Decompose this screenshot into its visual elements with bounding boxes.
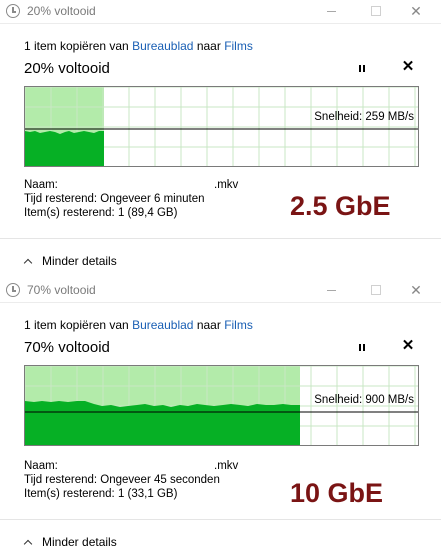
network-speed-overlay: 2.5 GbE [290,191,391,221]
copy-dialog-1: 20% voltooid ✕ 1 item kopiëren van Burea… [0,0,441,279]
copy-description: 1 item kopiëren van Bureaublad naar Film… [24,39,253,53]
speed-label: Snelheid: 259 MB/s [314,111,414,123]
divider [0,238,441,239]
network-speed-overlay: 10 GbE [290,478,384,508]
divider [0,519,441,520]
items-label: Item(s) resterend: [24,207,115,219]
pause-button[interactable] [355,339,369,355]
pause-button[interactable] [355,60,369,76]
source-link[interactable]: Bureaublad [132,318,193,332]
destination-link[interactable]: Films [224,39,253,53]
time-value: Ongeveer 6 minuten [100,193,205,205]
window-title: 20% voltooid [27,4,96,18]
details-toggle[interactable]: Minder details [24,535,117,549]
window-title: 70% voltooid [27,283,96,297]
minimize-button[interactable] [322,281,342,299]
copy-prefix: 1 item kopiëren van [24,318,129,332]
progress-heading: 20% voltooid [24,60,110,77]
details-info: Naam: .mkv Tijd resterend: Ongeveer 6 min… [24,178,238,220]
items-value: 1 (89,4 GB) [117,207,178,219]
copy-prefix: 1 item kopiëren van [24,39,129,53]
name-value: .mkv [214,179,239,191]
progress-heading: 70% voltooid [24,339,110,356]
time-value: Ongeveer 45 seconden [100,474,220,486]
chevron-up-icon [24,257,32,265]
speed-graph-svg [25,87,418,166]
copy-description: 1 item kopiëren van Bureaublad naar Film… [24,318,253,332]
minimize-button[interactable] [322,2,342,20]
speed-graph: Snelheid: 259 MB/s [24,86,419,167]
title-bar[interactable]: 70% voltooid ✕ [0,279,441,303]
items-label: Item(s) resterend: [24,488,115,500]
speed-fill [25,401,300,445]
copy-middle: naar [196,39,221,53]
speed-label: Snelheid: 900 MB/s [314,394,414,406]
details-toggle[interactable]: Minder details [24,254,117,268]
close-button[interactable]: ✕ [406,281,426,299]
source-link[interactable]: Bureaublad [132,39,193,53]
copy-dialog-2: 70% voltooid ✕ 1 item kopiëren van Burea… [0,279,441,558]
details-toggle-label: Minder details [42,254,117,268]
name-label: Naam: [24,179,58,191]
maximize-button[interactable] [366,2,386,20]
speed-fill [25,131,104,166]
cancel-button[interactable]: ✕ [400,59,416,75]
maximize-button[interactable] [366,281,386,299]
copy-progress-icon [6,4,20,18]
name-value: .mkv [214,460,239,472]
copy-progress-icon [6,283,20,297]
items-value: 1 (33,1 GB) [117,488,178,500]
speed-graph: Snelheid: 900 MB/s [24,365,419,446]
chevron-up-icon [24,538,32,546]
cancel-button[interactable]: ✕ [400,338,416,354]
time-label: Tijd resterend: [24,474,98,486]
title-bar[interactable]: 20% voltooid ✕ [0,0,441,24]
details-toggle-label: Minder details [42,535,117,549]
time-label: Tijd resterend: [24,193,98,205]
destination-link[interactable]: Films [224,318,253,332]
details-info: Naam: .mkv Tijd resterend: Ongeveer 45 se… [24,459,238,501]
name-label: Naam: [24,460,58,472]
copy-middle: naar [196,318,221,332]
close-button[interactable]: ✕ [406,2,426,20]
